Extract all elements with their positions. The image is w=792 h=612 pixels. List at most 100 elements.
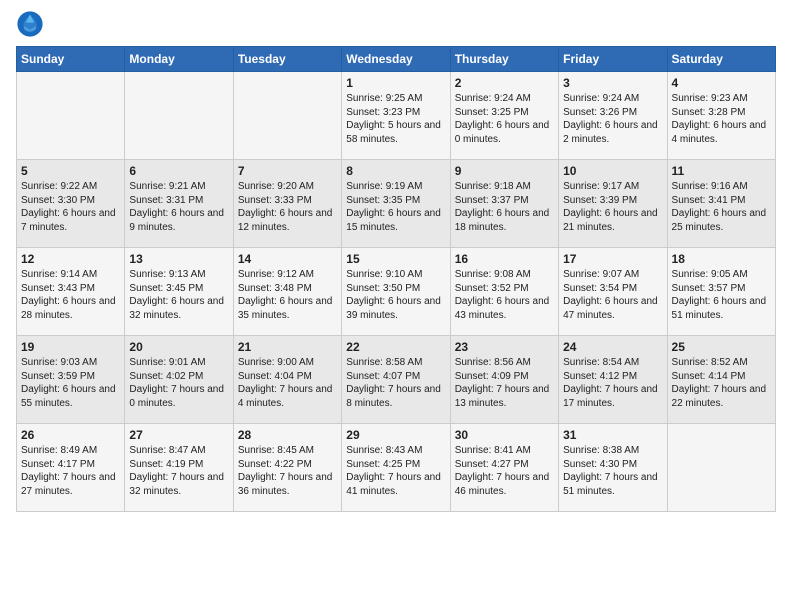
day-number: 2 bbox=[455, 76, 554, 90]
day-info: Sunrise: 9:13 AM Sunset: 3:45 PM Dayligh… bbox=[129, 268, 228, 322]
day-number: 18 bbox=[672, 252, 771, 266]
day-number: 25 bbox=[672, 340, 771, 354]
day-number: 8 bbox=[346, 164, 445, 178]
day-number: 6 bbox=[129, 164, 228, 178]
day-info: Sunrise: 8:43 AM Sunset: 4:25 PM Dayligh… bbox=[346, 444, 445, 498]
calendar-week-row: 1Sunrise: 9:25 AM Sunset: 3:23 PM Daylig… bbox=[17, 72, 776, 160]
day-number: 16 bbox=[455, 252, 554, 266]
page-container: SundayMondayTuesdayWednesdayThursdayFrid… bbox=[0, 0, 792, 520]
day-header-thursday: Thursday bbox=[450, 47, 558, 72]
day-info: Sunrise: 8:49 AM Sunset: 4:17 PM Dayligh… bbox=[21, 444, 120, 498]
day-info: Sunrise: 9:10 AM Sunset: 3:50 PM Dayligh… bbox=[346, 268, 445, 322]
day-number: 30 bbox=[455, 428, 554, 442]
day-number: 31 bbox=[563, 428, 662, 442]
day-info: Sunrise: 9:24 AM Sunset: 3:25 PM Dayligh… bbox=[455, 92, 554, 146]
calendar-cell: 8 Sunrise: 9:19 AM Sunset: 3:35 PM Daylig… bbox=[342, 160, 450, 248]
day-number: 29 bbox=[346, 428, 445, 442]
day-info: Sunrise: 9:18 AM Sunset: 3:37 PM Dayligh… bbox=[455, 180, 554, 234]
day-number: 28 bbox=[238, 428, 337, 442]
day-number: 4 bbox=[672, 76, 771, 90]
day-info: Sunrise: 9:21 AM Sunset: 3:31 PM Dayligh… bbox=[129, 180, 228, 234]
logo bbox=[16, 10, 48, 38]
calendar-cell: 25 Sunrise: 8:52 AM Sunset: 4:14 PM Dayli… bbox=[667, 336, 775, 424]
calendar-cell: 1Sunrise: 9:25 AM Sunset: 3:23 PM Daylig… bbox=[342, 72, 450, 160]
day-number: 11 bbox=[672, 164, 771, 178]
calendar-cell: 6 Sunrise: 9:21 AM Sunset: 3:31 PM Daylig… bbox=[125, 160, 233, 248]
page-header bbox=[16, 10, 776, 38]
day-number: 12 bbox=[21, 252, 120, 266]
calendar-cell: 5 Sunrise: 9:22 AM Sunset: 3:30 PM Daylig… bbox=[17, 160, 125, 248]
calendar-cell: 17 Sunrise: 9:07 AM Sunset: 3:54 PM Dayli… bbox=[559, 248, 667, 336]
day-info: Sunrise: 8:52 AM Sunset: 4:14 PM Dayligh… bbox=[672, 356, 771, 410]
day-header-saturday: Saturday bbox=[667, 47, 775, 72]
day-number: 3 bbox=[563, 76, 662, 90]
calendar-week-row: 19 Sunrise: 9:03 AM Sunset: 3:59 PM Dayli… bbox=[17, 336, 776, 424]
day-info: Sunrise: 8:45 AM Sunset: 4:22 PM Dayligh… bbox=[238, 444, 337, 498]
day-number: 14 bbox=[238, 252, 337, 266]
calendar-cell bbox=[17, 72, 125, 160]
day-header-friday: Friday bbox=[559, 47, 667, 72]
calendar-cell: 15Sunrise: 9:10 AM Sunset: 3:50 PM Dayli… bbox=[342, 248, 450, 336]
day-number: 27 bbox=[129, 428, 228, 442]
day-info: Sunrise: 8:54 AM Sunset: 4:12 PM Dayligh… bbox=[563, 356, 662, 410]
calendar-cell: 26 Sunrise: 8:49 AM Sunset: 4:17 PM Dayli… bbox=[17, 424, 125, 512]
day-number: 9 bbox=[455, 164, 554, 178]
calendar-cell: 30 Sunrise: 8:41 AM Sunset: 4:27 PM Dayli… bbox=[450, 424, 558, 512]
day-number: 19 bbox=[21, 340, 120, 354]
calendar-cell: 3 Sunrise: 9:24 AM Sunset: 3:26 PM Daylig… bbox=[559, 72, 667, 160]
calendar-cell: 20Sunrise: 9:01 AM Sunset: 4:02 PM Dayli… bbox=[125, 336, 233, 424]
day-info: Sunrise: 9:12 AM Sunset: 3:48 PM Dayligh… bbox=[238, 268, 337, 322]
calendar-cell bbox=[667, 424, 775, 512]
calendar-cell: 2 Sunrise: 9:24 AM Sunset: 3:25 PM Daylig… bbox=[450, 72, 558, 160]
day-info: Sunrise: 8:38 AM Sunset: 4:30 PM Dayligh… bbox=[563, 444, 662, 498]
calendar-cell: 13 Sunrise: 9:13 AM Sunset: 3:45 PM Dayli… bbox=[125, 248, 233, 336]
day-number: 20 bbox=[129, 340, 228, 354]
calendar-cell: 14 Sunrise: 9:12 AM Sunset: 3:48 PM Dayli… bbox=[233, 248, 341, 336]
day-number: 23 bbox=[455, 340, 554, 354]
calendar-cell: 10Sunrise: 9:17 AM Sunset: 3:39 PM Dayli… bbox=[559, 160, 667, 248]
calendar-cell: 12 Sunrise: 9:14 AM Sunset: 3:43 PM Dayli… bbox=[17, 248, 125, 336]
day-number: 1 bbox=[346, 76, 445, 90]
calendar-cell bbox=[233, 72, 341, 160]
day-info: Sunrise: 9:24 AM Sunset: 3:26 PM Dayligh… bbox=[563, 92, 662, 146]
calendar-cell: 22 Sunrise: 8:58 AM Sunset: 4:07 PM Dayli… bbox=[342, 336, 450, 424]
day-number: 24 bbox=[563, 340, 662, 354]
day-number: 22 bbox=[346, 340, 445, 354]
calendar-cell: 18 Sunrise: 9:05 AM Sunset: 3:57 PM Dayli… bbox=[667, 248, 775, 336]
calendar-cell: 24 Sunrise: 8:54 AM Sunset: 4:12 PM Dayli… bbox=[559, 336, 667, 424]
day-info: Sunrise: 8:47 AM Sunset: 4:19 PM Dayligh… bbox=[129, 444, 228, 498]
day-info: Sunrise: 9:19 AM Sunset: 3:35 PM Dayligh… bbox=[346, 180, 445, 234]
day-number: 10 bbox=[563, 164, 662, 178]
day-info: Sunrise: 9:08 AM Sunset: 3:52 PM Dayligh… bbox=[455, 268, 554, 322]
day-header-tuesday: Tuesday bbox=[233, 47, 341, 72]
calendar-week-row: 26 Sunrise: 8:49 AM Sunset: 4:17 PM Dayli… bbox=[17, 424, 776, 512]
day-info: Sunrise: 9:16 AM Sunset: 3:41 PM Dayligh… bbox=[672, 180, 771, 234]
day-info: Sunrise: 9:00 AM Sunset: 4:04 PM Dayligh… bbox=[238, 356, 337, 410]
day-number: 26 bbox=[21, 428, 120, 442]
calendar-cell: 4 Sunrise: 9:23 AM Sunset: 3:28 PM Daylig… bbox=[667, 72, 775, 160]
calendar-cell: 9 Sunrise: 9:18 AM Sunset: 3:37 PM Daylig… bbox=[450, 160, 558, 248]
day-info: Sunrise: 8:58 AM Sunset: 4:07 PM Dayligh… bbox=[346, 356, 445, 410]
calendar-cell: 29 Sunrise: 8:43 AM Sunset: 4:25 PM Dayli… bbox=[342, 424, 450, 512]
day-info: Sunrise: 8:56 AM Sunset: 4:09 PM Dayligh… bbox=[455, 356, 554, 410]
day-info: Sunrise: 9:07 AM Sunset: 3:54 PM Dayligh… bbox=[563, 268, 662, 322]
calendar-cell: 27 Sunrise: 8:47 AM Sunset: 4:19 PM Dayli… bbox=[125, 424, 233, 512]
logo-icon bbox=[16, 10, 44, 38]
calendar-cell: 23 Sunrise: 8:56 AM Sunset: 4:09 PM Dayli… bbox=[450, 336, 558, 424]
day-number: 13 bbox=[129, 252, 228, 266]
day-info: Sunrise: 9:03 AM Sunset: 3:59 PM Dayligh… bbox=[21, 356, 120, 410]
day-info: Sunrise: 9:14 AM Sunset: 3:43 PM Dayligh… bbox=[21, 268, 120, 322]
day-number: 21 bbox=[238, 340, 337, 354]
day-header-sunday: Sunday bbox=[17, 47, 125, 72]
calendar-week-row: 12 Sunrise: 9:14 AM Sunset: 3:43 PM Dayli… bbox=[17, 248, 776, 336]
day-number: 5 bbox=[21, 164, 120, 178]
day-info: Sunrise: 9:05 AM Sunset: 3:57 PM Dayligh… bbox=[672, 268, 771, 322]
calendar-cell: 28 Sunrise: 8:45 AM Sunset: 4:22 PM Dayli… bbox=[233, 424, 341, 512]
day-number: 17 bbox=[563, 252, 662, 266]
calendar-cell: 16 Sunrise: 9:08 AM Sunset: 3:52 PM Dayli… bbox=[450, 248, 558, 336]
calendar-cell: 11 Sunrise: 9:16 AM Sunset: 3:41 PM Dayli… bbox=[667, 160, 775, 248]
day-info: Sunrise: 8:41 AM Sunset: 4:27 PM Dayligh… bbox=[455, 444, 554, 498]
day-info: Sunrise: 9:22 AM Sunset: 3:30 PM Dayligh… bbox=[21, 180, 120, 234]
day-info: Sunrise: 9:23 AM Sunset: 3:28 PM Dayligh… bbox=[672, 92, 771, 146]
calendar-week-row: 5 Sunrise: 9:22 AM Sunset: 3:30 PM Daylig… bbox=[17, 160, 776, 248]
